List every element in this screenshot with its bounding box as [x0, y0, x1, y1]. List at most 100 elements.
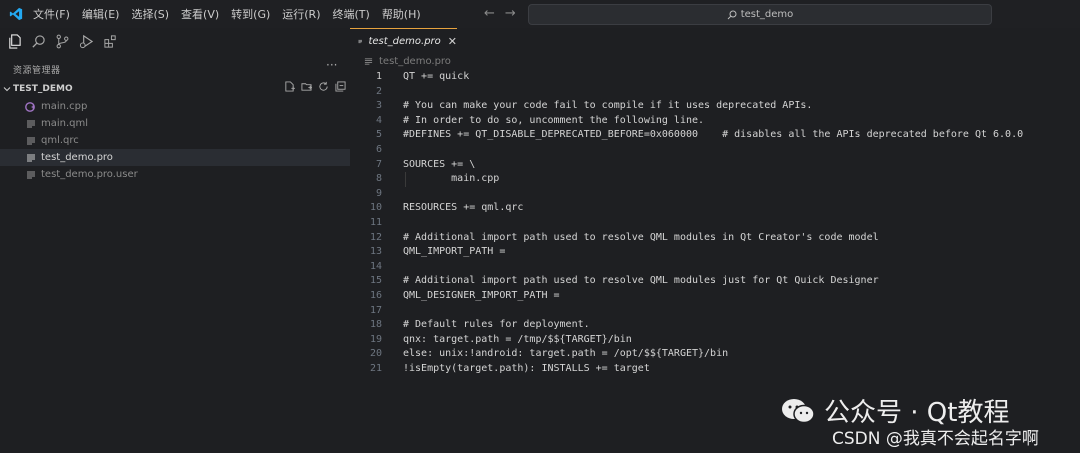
code-line: 4 # In order to do so, uncomment the foll…	[350, 114, 1080, 129]
command-center-text: test_demo	[740, 9, 794, 20]
code-line: 19 qnx: target.path = /tmp/$${TARGET}/bin	[350, 333, 1080, 348]
explorer-title: 资源管理器	[13, 66, 61, 76]
command-center-search[interactable]: test_demo	[528, 4, 992, 25]
line-number: 6	[375, 143, 382, 155]
collapse-all-icon[interactable]	[335, 81, 346, 92]
line-number: 13	[369, 246, 382, 258]
line-number: 8	[375, 173, 382, 185]
code-text: SOURCES += \	[403, 158, 476, 170]
project-folder-header[interactable]: TEST_DEMO	[0, 81, 350, 97]
activity-bar	[0, 28, 354, 54]
code-text: QT += quick	[403, 71, 470, 82]
refresh-icon[interactable]	[318, 81, 329, 92]
forward-arrow-icon[interactable]: →	[505, 6, 516, 21]
code-text: main.cpp	[403, 173, 500, 185]
menu-file[interactable]: 文件(F)	[33, 6, 70, 22]
line-number: 12	[369, 231, 382, 243]
line-number: 18	[369, 319, 382, 331]
line-number: 4	[375, 114, 382, 126]
file-test-demo-pro-user[interactable]: test_demo.pro.user	[0, 166, 350, 183]
extensions-icon[interactable]	[100, 31, 120, 51]
code-text: # You can make your code fail to compile…	[403, 100, 813, 112]
breadcrumb[interactable]: test_demo.pro	[364, 56, 451, 67]
code-line: 1 QT += quick	[350, 70, 1080, 85]
line-number: 19	[369, 333, 382, 345]
code-line: 7 SOURCES += \	[350, 158, 1080, 173]
cpp-file-icon	[25, 101, 37, 113]
text-file-icon	[358, 39, 363, 43]
tab-label: test_demo.pro	[368, 35, 441, 47]
line-number: 21	[369, 362, 382, 374]
menu-help[interactable]: 帮助(H)	[382, 6, 421, 22]
file-tree: main.cpp main.qml qml.qrc test_demo.pro …	[0, 98, 350, 183]
new-folder-icon[interactable]	[301, 81, 312, 92]
code-line: 10 RESOURCES += qml.qrc	[350, 201, 1080, 216]
explorer-actions	[284, 81, 346, 92]
line-number: 2	[375, 85, 382, 97]
file-qml-qrc[interactable]: qml.qrc	[0, 132, 350, 149]
explorer-sidebar: 资源管理器 ··· TEST_DEMO main.cpp main.qml qm…	[0, 28, 350, 453]
line-number: 20	[369, 348, 382, 360]
code-line: 15 # Additional import path used to resol…	[350, 274, 1080, 289]
chevron-down-icon	[3, 87, 11, 92]
code-line: 9	[350, 187, 1080, 202]
tab-bar: test_demo.pro ✕	[350, 28, 1080, 53]
code-text: qnx: target.path = /tmp/$${TARGET}/bin	[403, 333, 632, 345]
code-text: # Additional import path used to resolve…	[403, 231, 879, 243]
code-line: 6	[350, 143, 1080, 158]
search-icon	[727, 10, 737, 19]
navigation-arrows: ← →	[484, 6, 516, 21]
code-text: RESOURCES += qml.qrc	[403, 202, 524, 214]
code-line: 13 QML_IMPORT_PATH =	[350, 245, 1080, 260]
menu-view[interactable]: 查看(V)	[181, 6, 219, 22]
menu-selection[interactable]: 选择(S)	[131, 6, 169, 22]
code-line: 12 # Additional import path used to resol…	[350, 231, 1080, 246]
menu-terminal[interactable]: 终端(T)	[333, 6, 370, 22]
line-number: 14	[369, 260, 382, 272]
line-number: 11	[369, 216, 382, 228]
menu-go[interactable]: 转到(G)	[231, 6, 270, 22]
line-number: 9	[375, 187, 382, 199]
new-file-icon[interactable]	[284, 81, 295, 92]
run-debug-icon[interactable]	[76, 31, 96, 51]
code-text: # Additional import path used to resolve…	[403, 275, 879, 287]
menu-run[interactable]: 运行(R)	[282, 6, 320, 22]
title-bar: 文件(F) 编辑(E) 选择(S) 查看(V) 转到(G) 运行(R) 终端(T…	[0, 0, 1080, 28]
more-actions-icon[interactable]: ···	[326, 58, 337, 72]
project-name: TEST_DEMO	[13, 84, 73, 94]
breadcrumb-file: test_demo.pro	[379, 56, 451, 67]
close-icon[interactable]: ✕	[448, 35, 457, 48]
file-main-qml[interactable]: main.qml	[0, 115, 350, 132]
code-line: 3 # You can make your code fail to compil…	[350, 99, 1080, 114]
file-main-cpp[interactable]: main.cpp	[0, 98, 350, 115]
line-number: 10	[369, 202, 382, 214]
code-text: # Default rules for deployment.	[403, 319, 590, 331]
explorer-files-icon[interactable]	[4, 31, 24, 51]
code-line: 20 else: unix:!android: target.path = /op…	[350, 347, 1080, 362]
code-line: 2	[350, 85, 1080, 100]
code-text: #DEFINES += QT_DISABLE_DEPRECATED_BEFORE…	[403, 129, 1024, 141]
code-editor[interactable]: 1 QT += quick 2 3 # You can make your code…	[350, 70, 1080, 376]
text-file-icon	[25, 135, 37, 147]
code-line: 14	[350, 260, 1080, 275]
file-test-demo-pro[interactable]: test_demo.pro	[0, 149, 350, 166]
code-line: 16 QML_DESIGNER_IMPORT_PATH =	[350, 289, 1080, 304]
line-number: 5	[375, 129, 382, 141]
tab-test-demo-pro[interactable]: test_demo.pro ✕	[350, 28, 457, 53]
line-number: 15	[369, 275, 382, 287]
source-control-icon[interactable]	[52, 31, 72, 51]
back-arrow-icon[interactable]: ←	[484, 6, 495, 21]
code-text: QML_DESIGNER_IMPORT_PATH =	[403, 289, 560, 301]
code-line: 21 !isEmpty(target.path): INSTALLS += tar…	[350, 362, 1080, 377]
text-file-icon	[364, 58, 373, 65]
search-activity-icon[interactable]	[28, 31, 48, 51]
code-text: # In order to do so, uncomment the follo…	[403, 114, 705, 126]
code-line: 11	[350, 216, 1080, 231]
line-number: 3	[375, 100, 382, 112]
menu-edit[interactable]: 编辑(E)	[82, 6, 120, 22]
text-file-icon	[25, 118, 37, 130]
code-text: QML_IMPORT_PATH =	[403, 246, 506, 258]
line-number: 1	[375, 71, 382, 82]
line-number: 16	[369, 289, 382, 301]
editor-area: test_demo.pro ✕ test_demo.pro 1 QT += qui…	[350, 28, 1080, 453]
